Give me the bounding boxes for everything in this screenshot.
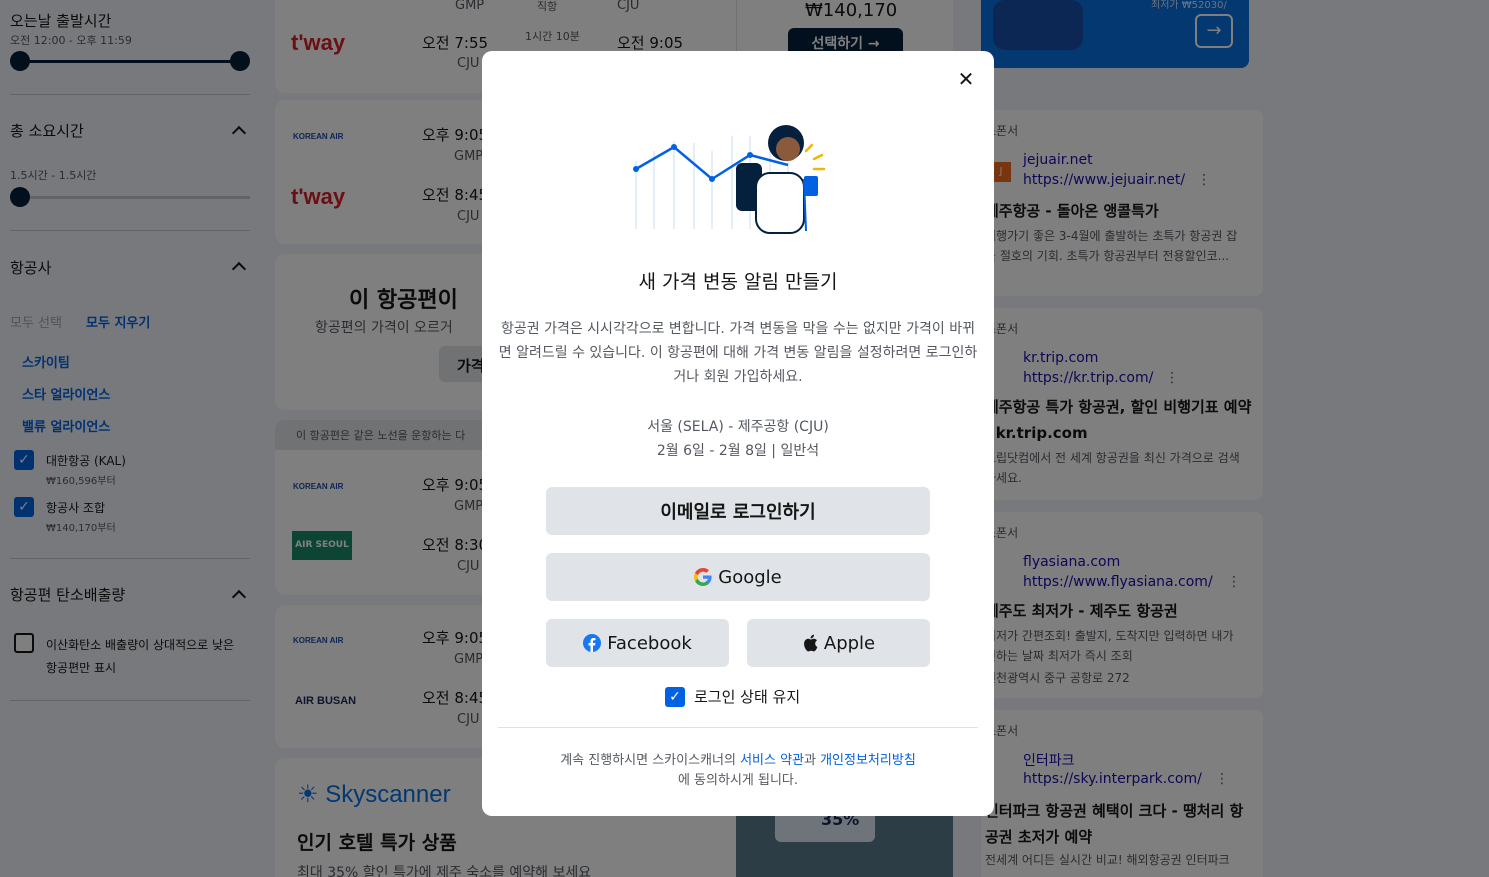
- date-cabin-text: 2월 6일 - 2월 8일 | 일반석: [656, 443, 820, 459]
- google-login-button[interactable]: Google: [546, 553, 930, 601]
- keep-logged-in-label: 로그인 상태 유지: [694, 688, 801, 706]
- price-alert-illustration: [633, 125, 826, 234]
- route-text: 서울 (SELA) - 제주공항 (CJU): [647, 419, 829, 435]
- google-icon: [694, 568, 712, 586]
- modal-title: 새 가격 변동 알림 만들기: [638, 271, 838, 293]
- terms-of-service-link[interactable]: 서비스 약관: [740, 753, 804, 768]
- apple-login-label: Apple: [823, 632, 876, 654]
- modal-divider: [498, 727, 978, 728]
- email-login-button[interactable]: 이메일로 로그인하기: [546, 487, 930, 535]
- close-icon[interactable]: ✕: [955, 68, 977, 90]
- terms-prefix: 계속 진행하시면 스카이스캐너의: [560, 753, 741, 768]
- facebook-login-label: Facebook: [607, 632, 692, 654]
- apple-login-button[interactable]: Apple: [747, 619, 930, 667]
- keep-logged-in-checkbox[interactable]: ✓: [665, 686, 685, 707]
- terms-suffix: 에 동의하시게 됩니다.: [677, 773, 799, 788]
- terms-notice: 계속 진행하시면 스카이스캐너의 서비스 약관과 개인정보처리방침 에 동의하시…: [498, 751, 978, 791]
- route-info: 서울 (SELA) - 제주공항 (CJU) 2월 6일 - 2월 8일 | 일…: [482, 415, 994, 463]
- modal-description: 항공권 가격은 시시각각으로 변합니다. 가격 변동을 막을 수는 없지만 가격…: [498, 321, 978, 385]
- google-login-label: Google: [718, 566, 782, 588]
- apple-icon: [803, 634, 818, 652]
- keep-logged-in[interactable]: ✓ 로그인 상태 유지: [665, 686, 800, 707]
- email-login-label: 이메일로 로그인하기: [660, 502, 816, 523]
- facebook-icon: [583, 634, 602, 652]
- terms-mid: 과: [804, 753, 821, 768]
- price-alert-login-modal: ✕ 새 가격 변동 알림 만들기 항공권 가격은 시시각각으로 변합니다. 가격…: [482, 51, 994, 816]
- facebook-login-button[interactable]: Facebook: [546, 619, 729, 667]
- privacy-policy-link[interactable]: 개인정보처리방침: [820, 753, 916, 768]
